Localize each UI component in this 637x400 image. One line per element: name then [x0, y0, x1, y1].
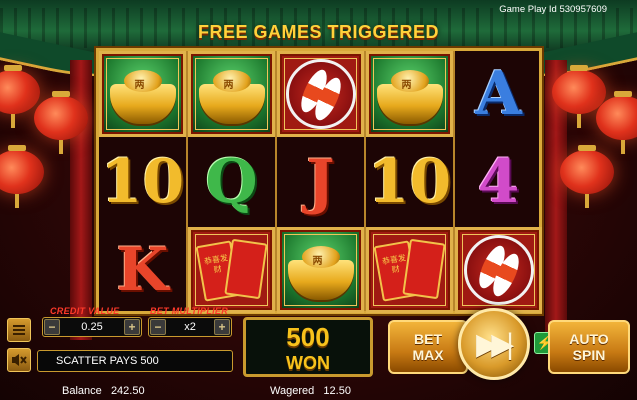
- message-bar: SCATTER PAYS 500: [37, 350, 233, 372]
- wagered-value: 12.50: [323, 385, 351, 397]
- win-label: WON: [286, 353, 330, 373]
- skip-forward-icon: ▶▶|: [476, 327, 514, 361]
- symbol-gold-ingot: 两: [188, 51, 275, 137]
- symbol-10: 10: [100, 147, 185, 217]
- gold-ingot-icon: 两: [287, 246, 354, 300]
- menu-icon: [13, 325, 25, 335]
- balance-label: Balance: [62, 385, 102, 397]
- menu-button[interactable]: [7, 318, 31, 342]
- speaker-muted-icon: [12, 354, 27, 366]
- gold-ingot-icon: 两: [198, 70, 265, 124]
- reel-4: 两 10 恭喜发财: [366, 51, 455, 313]
- symbol-red-envelopes: 恭喜发财: [188, 227, 275, 313]
- auto-spin-label: AUTO SPIN: [569, 331, 609, 363]
- win-amount: 500: [286, 322, 330, 352]
- bet-max-label: BET MAX: [412, 331, 444, 363]
- bet-max-button[interactable]: BET MAX: [388, 320, 468, 374]
- lantern-icon: [0, 65, 40, 128]
- symbol-j: J: [306, 147, 335, 217]
- symbol-4: 4: [477, 147, 520, 217]
- credit-value-label: CREDIT VALUE: [50, 306, 120, 316]
- auto-spin-button[interactable]: AUTO SPIN: [548, 320, 630, 374]
- gold-ingot-icon: 两: [109, 70, 176, 124]
- bet-multiplier-stepper: − x2 +: [148, 317, 232, 337]
- reel-2: 两 Q 恭喜发财: [188, 51, 277, 313]
- lantern-icon: [596, 91, 637, 154]
- credit-value-plus-button[interactable]: +: [124, 319, 140, 335]
- bet-multiplier-label: BET MULTIPLIER: [150, 306, 229, 316]
- lantern-icon: [0, 145, 44, 208]
- win-display: 500 WON: [243, 317, 373, 377]
- bet-multiplier-field: x2: [184, 321, 196, 333]
- spin-button[interactable]: ▶▶|: [458, 308, 530, 380]
- sound-toggle-button[interactable]: [7, 348, 31, 372]
- symbol-gold-ingot: 两: [277, 227, 364, 313]
- symbol-koi-fish: [277, 51, 364, 137]
- symbol-a: A: [475, 59, 522, 129]
- symbol-q: Q: [205, 147, 258, 217]
- lantern-icon: [560, 145, 614, 208]
- game-play-id: Game Play Id 530957609: [499, 4, 607, 15]
- symbol-red-envelopes: 恭喜发财: [366, 227, 453, 313]
- reel-1: 两 10 K: [99, 51, 188, 311]
- red-envelope-icon: 恭喜发财: [194, 238, 268, 302]
- koi-fish-icon: [463, 235, 534, 305]
- symbol-koi-fish: [455, 227, 542, 313]
- reel-5: A 4: [455, 51, 544, 313]
- credit-value-field: 0.25: [81, 321, 103, 333]
- red-envelope-icon: 恭喜发财: [372, 238, 446, 302]
- lantern-icon: [34, 91, 88, 154]
- bet-multiplier-plus-button[interactable]: +: [214, 319, 230, 335]
- credit-value-stepper: − 0.25 +: [42, 317, 142, 337]
- wagered-display: Wagered 12.50: [270, 385, 351, 397]
- reel-3: J 两: [277, 51, 366, 313]
- balance-value: 242.50: [110, 385, 145, 397]
- gold-ingot-icon: 两: [376, 70, 443, 124]
- symbol-k: K: [116, 235, 169, 305]
- free-games-banner: FREE GAMES TRIGGERED: [197, 22, 440, 42]
- symbol-gold-ingot: 两: [366, 51, 453, 137]
- wagered-label: Wagered: [270, 385, 315, 397]
- symbol-gold-ingot: 两: [99, 51, 186, 137]
- balance-display: Balance 242.50: [62, 385, 145, 397]
- game-scene: FREE GAMES TRIGGERED Game Play Id 530957…: [0, 0, 637, 400]
- credit-value-minus-button[interactable]: −: [44, 319, 60, 335]
- bet-multiplier-minus-button[interactable]: −: [150, 319, 166, 335]
- symbol-10: 10: [367, 147, 452, 217]
- koi-fish-icon: [285, 59, 356, 129]
- reel-grid: 两 10 K 两 Q 恭喜发财 J 两 两 10 恭喜发财 A 4: [96, 48, 542, 314]
